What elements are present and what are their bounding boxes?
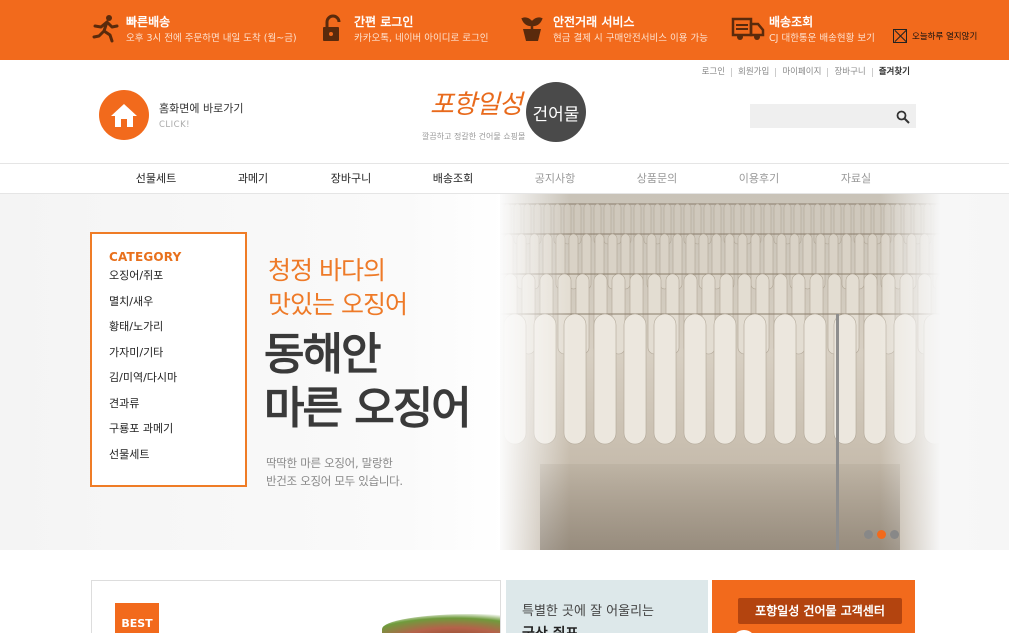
home-link-label: 홈화면에 바로가기 (159, 102, 244, 115)
slide-indicator (864, 530, 903, 539)
category-item[interactable]: 선물세트 (109, 448, 245, 474)
search-icon[interactable] (896, 109, 910, 124)
best-products-box[interactable]: BEST (91, 580, 501, 633)
dried-squid (683, 313, 707, 445)
feature-fast-delivery[interactable]: 빠른배송 오후 3시 전에 주문하면 내일 도착 (월~금) (88, 11, 297, 51)
house-icon (99, 90, 149, 140)
site-logo[interactable]: 포항일성 건어물 깔끔하고 정갈한 건어물 쇼핑몰 (422, 82, 592, 144)
product-food-image (382, 614, 500, 633)
nav-gwamegi[interactable]: 과메기 (238, 164, 268, 193)
nav-cart[interactable]: 장바구니 (331, 164, 371, 193)
best-badge: BEST (115, 603, 159, 633)
search-input[interactable] (750, 104, 890, 129)
dried-squid (773, 313, 797, 445)
padlock-icon (316, 11, 350, 45)
login-link[interactable]: 로그인 (696, 68, 731, 77)
dried-squid (803, 313, 827, 445)
hero-subheadline: 청정 바다의 맛있는 오징어 (268, 254, 408, 322)
nav-review[interactable]: 이용후기 (739, 164, 779, 193)
category-item[interactable]: 황태/노가리 (109, 320, 245, 346)
logo-tagline: 깔끔하고 정갈한 건어물 쇼핑몰 (422, 132, 526, 141)
logo-name: 포항일성 (430, 90, 523, 120)
cart-link[interactable]: 장바구니 (827, 68, 871, 77)
bookmark-link[interactable]: 즐겨찾기 (871, 68, 916, 77)
hero-line1: 청정 바다의 (268, 256, 386, 285)
dried-squid (593, 313, 617, 445)
nav-gift-set[interactable]: 선물세트 (136, 164, 176, 193)
category-item[interactable]: 김/미역/다시마 (109, 371, 245, 397)
hero-shadow (540, 464, 900, 550)
top-feature-bar: 빠른배송 오후 3시 전에 주문하면 내일 도착 (월~금) 간편 로그인 카카… (0, 0, 1009, 60)
feature-title: 배송조회 (769, 15, 814, 29)
nav-inquiry[interactable]: 상품문의 (637, 164, 677, 193)
delivery-truck-icon (731, 11, 765, 45)
home-shortcut-button[interactable]: 홈화면에 바로가기 CLICK! (99, 90, 243, 140)
hero-desc2: 반건조 오징어 모두 있습니다. (266, 474, 403, 488)
nav-notice[interactable]: 공지사항 (535, 164, 575, 193)
dried-squid (623, 313, 647, 445)
dried-squid (743, 313, 767, 445)
feature-desc: 현금 결제 시 구매안전서비스 이용 가능 (553, 33, 708, 44)
feature-desc: CJ 대한통운 배송현황 보기 (769, 33, 875, 44)
dismiss-label: 오늘하루 열지않기 (912, 32, 978, 42)
hero-description: 딱딱한 마른 오징어, 말랑한 반건조 오징어 모두 있습니다. (266, 454, 403, 490)
feature-title: 빠른배송 (126, 15, 171, 29)
feature-title: 간편 로그인 (354, 15, 414, 29)
home-link-sub: CLICK! (159, 120, 191, 130)
dried-squid (713, 313, 737, 445)
customer-center-box[interactable]: 포항일성 건어물 고객센터 (712, 580, 915, 633)
hero-desc1: 딱딱한 마른 오징어, 말랑한 (266, 456, 393, 470)
slide-dot[interactable] (890, 530, 899, 539)
hero-line2: 맛있는 오징어 (268, 290, 408, 319)
feature-easy-login[interactable]: 간편 로그인 카카오톡, 네이버 아이디로 로그인 (316, 11, 488, 51)
category-title: CATEGORY (109, 250, 182, 264)
mypage-link[interactable]: 마이페이지 (775, 68, 827, 77)
nav-delivery[interactable]: 배송조회 (433, 164, 473, 193)
feature-delivery-tracking[interactable]: 배송조회 CJ 대한통운 배송현황 보기 (731, 11, 875, 51)
customer-center-title: 포항일성 건어물 고객센터 (738, 598, 902, 624)
feature-safe-trade[interactable]: 안전거래 서비스 현금 결제 시 구매안전서비스 이용 가능 (515, 11, 708, 51)
hero-headline2: 마른 오징어 (264, 383, 472, 434)
slide-dot[interactable] (864, 530, 873, 539)
hero-headline: 동해안 마른 오징어 (264, 328, 472, 436)
special-line2: 국산 쥐포 (522, 623, 708, 633)
nav-archive[interactable]: 자료실 (841, 164, 871, 193)
category-item[interactable]: 가자미/기타 (109, 346, 245, 372)
search-box (750, 104, 916, 129)
slide-dot[interactable] (877, 530, 886, 539)
dried-squid (653, 313, 677, 445)
logo-badge: 건어물 (526, 82, 586, 142)
main-nav: 선물세트 과메기 장바구니 배송조회 공지사항 상품문의 이용후기 자료실 (0, 163, 1009, 194)
running-person-icon (88, 11, 122, 45)
special-product-box[interactable]: 특별한 곳에 잘 어울리는 국산 쥐포 (506, 580, 708, 633)
hero-banner: CATEGORY 오징어/쥐포 멸치/새우 황태/노가리 가자미/기타 김/미역… (0, 194, 1009, 550)
feature-desc: 오후 3시 전에 주문하면 내일 도착 (월~금) (126, 33, 297, 44)
special-line1: 특별한 곳에 잘 어울리는 (522, 604, 654, 619)
hero-headline1: 동해안 (264, 329, 381, 380)
plant-pot-icon (515, 11, 549, 45)
category-item[interactable]: 견과류 (109, 397, 245, 423)
drying-rack-pole (836, 314, 839, 550)
category-item[interactable]: 멸치/새우 (109, 295, 245, 321)
feature-title: 안전거래 서비스 (553, 15, 635, 29)
category-item[interactable]: 구룡포 과메기 (109, 422, 245, 448)
dismiss-today-button[interactable]: 오늘하루 열지않기 (893, 29, 977, 43)
category-box: CATEGORY 오징어/쥐포 멸치/새우 황태/노가리 가자미/기타 김/미역… (90, 232, 247, 487)
feature-desc: 카카오톡, 네이버 아이디로 로그인 (354, 33, 489, 44)
close-icon[interactable] (893, 29, 907, 43)
category-item[interactable]: 오징어/쥐포 (109, 269, 245, 295)
signup-link[interactable]: 회원가입 (731, 68, 775, 77)
util-links: 로그인 회원가입 마이페이지 장바구니 즐겨찾기 (696, 68, 916, 77)
